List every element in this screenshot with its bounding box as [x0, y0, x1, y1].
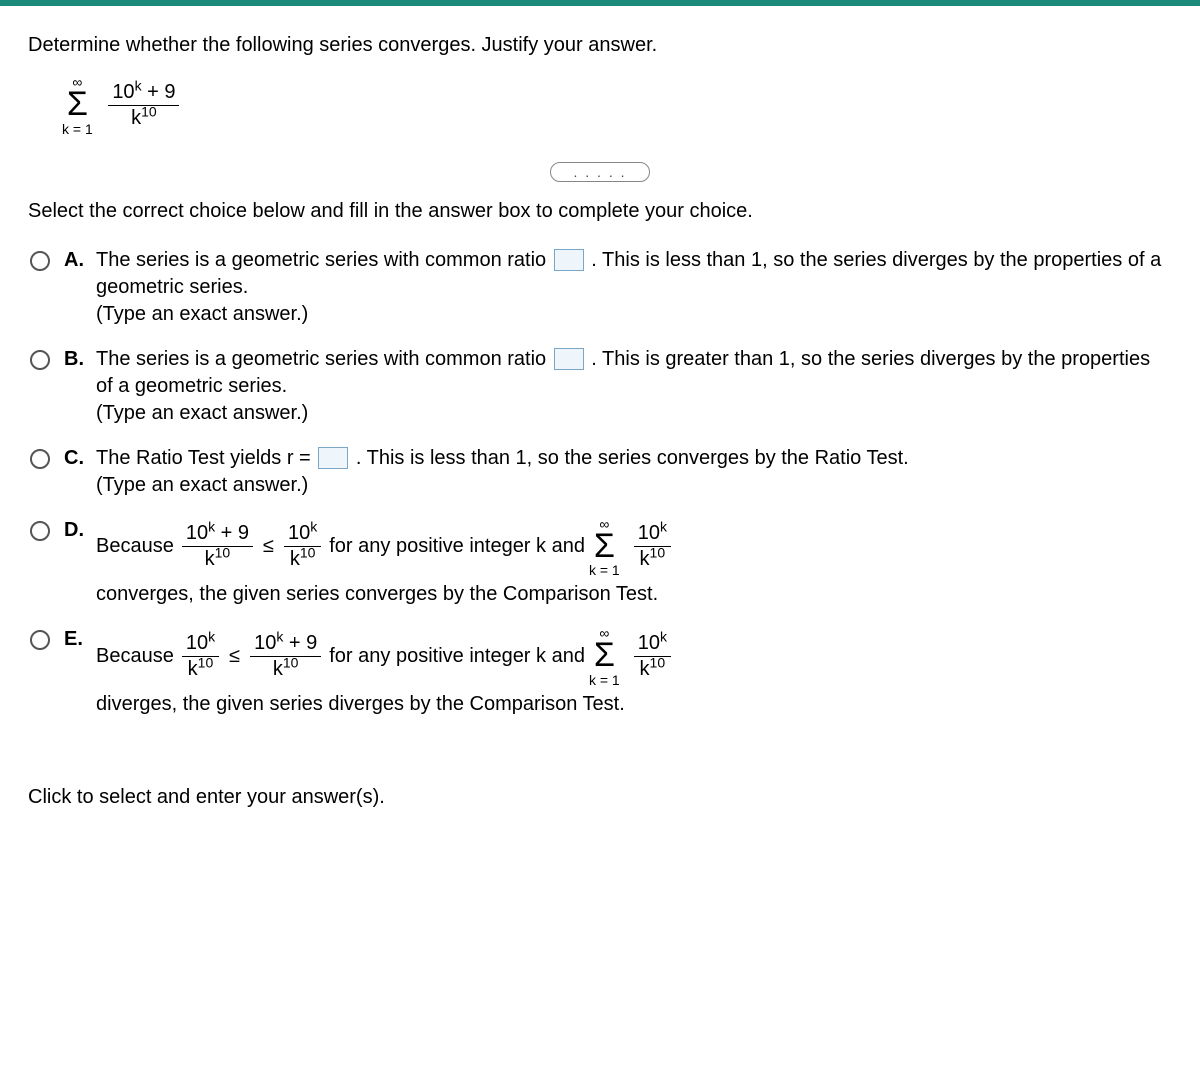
- choice-e-mid1: for any positive integer k and: [329, 643, 585, 670]
- choice-b-hint: (Type an exact answer.): [96, 400, 1172, 427]
- choice-d-frac3: 10k k10: [634, 523, 671, 570]
- footer-instruction: Click to select and enter your answer(s)…: [0, 746, 1200, 829]
- fraction-denominator: k10: [108, 106, 179, 129]
- choice-c-hint: (Type an exact answer.): [96, 472, 1172, 499]
- radio-b[interactable]: [30, 350, 50, 370]
- choice-a-text1: The series is a geometric series with co…: [96, 249, 552, 271]
- choice-c-label: C.: [64, 447, 86, 470]
- choice-instruction: Select the correct choice below and fill…: [28, 200, 1172, 223]
- choice-d-body: Because 10k + 9 k10 ≤ 10k k10 for any po…: [96, 517, 1172, 609]
- choice-a-hint: (Type an exact answer.): [96, 301, 1172, 328]
- choice-c[interactable]: C. The Ratio Test yields r = . This is l…: [30, 445, 1172, 499]
- choice-e-mid2: diverges, the given series diverges by t…: [96, 691, 625, 718]
- choice-b[interactable]: B. The series is a geometric series with…: [30, 346, 1172, 427]
- choices-list: A. The series is a geometric series with…: [30, 247, 1172, 718]
- le-symbol-e: ≤: [229, 643, 240, 670]
- choice-b-text1: The series is a geometric series with co…: [96, 348, 552, 370]
- choice-b-body: The series is a geometric series with co…: [96, 346, 1172, 427]
- choice-d-sum: ∞ Σ k = 1: [589, 517, 620, 578]
- choice-d-label: D.: [64, 519, 86, 542]
- sigma-icon: Σ: [62, 89, 93, 120]
- radio-d[interactable]: [30, 521, 50, 541]
- choice-c-text2: . This is less than 1, so the series con…: [356, 447, 909, 469]
- radio-e[interactable]: [30, 630, 50, 650]
- choice-e-lead: Because: [96, 643, 174, 670]
- separator-pill: . . . . .: [550, 162, 649, 182]
- radio-c[interactable]: [30, 449, 50, 469]
- choice-a[interactable]: A. The series is a geometric series with…: [30, 247, 1172, 328]
- choice-d-mid1: for any positive integer k and: [329, 533, 585, 560]
- choice-c-input[interactable]: [318, 447, 348, 469]
- radio-a[interactable]: [30, 251, 50, 271]
- choice-e-frac3: 10k k10: [634, 633, 671, 680]
- summation-symbol: ∞ Σ k = 1: [62, 75, 93, 136]
- choice-d[interactable]: D. Because 10k + 9 k10 ≤ 10k k10 for any…: [30, 517, 1172, 609]
- choice-a-body: The series is a geometric series with co…: [96, 247, 1172, 328]
- choice-e-frac1: 10k k10: [182, 633, 219, 680]
- series-expression: ∞ Σ k = 1 10k + 9 k10: [62, 75, 1172, 136]
- section-separator: . . . . .: [28, 160, 1172, 182]
- choice-b-label: B.: [64, 348, 86, 371]
- choice-d-lead: Because: [96, 533, 174, 560]
- choice-b-input[interactable]: [554, 348, 584, 370]
- question-prompt: Determine whether the following series c…: [28, 34, 1172, 57]
- choice-c-body: The Ratio Test yields r = . This is less…: [96, 445, 1172, 499]
- choice-e-body: Because 10k k10 ≤ 10k + 9 k10 for any po…: [96, 626, 1172, 718]
- choice-e-sum: ∞ Σ k = 1: [589, 626, 620, 687]
- le-symbol: ≤: [263, 533, 274, 560]
- choice-d-mid2: converges, the given series converges by…: [96, 581, 658, 608]
- choice-c-text1: The Ratio Test yields r =: [96, 447, 316, 469]
- choice-e-label: E.: [64, 628, 86, 651]
- choice-a-input[interactable]: [554, 249, 584, 271]
- choice-a-label: A.: [64, 249, 86, 272]
- choice-d-frac2: 10k k10: [284, 523, 321, 570]
- choice-d-frac1: 10k + 9 k10: [182, 523, 253, 570]
- choice-e-frac2: 10k + 9 k10: [250, 633, 321, 680]
- sum-lower-limit: k = 1: [62, 122, 93, 136]
- choice-e[interactable]: E. Because 10k k10 ≤ 10k + 9 k10 for any…: [30, 626, 1172, 718]
- question-area: Determine whether the following series c…: [0, 6, 1200, 746]
- series-fraction: 10k + 9 k10: [108, 82, 179, 129]
